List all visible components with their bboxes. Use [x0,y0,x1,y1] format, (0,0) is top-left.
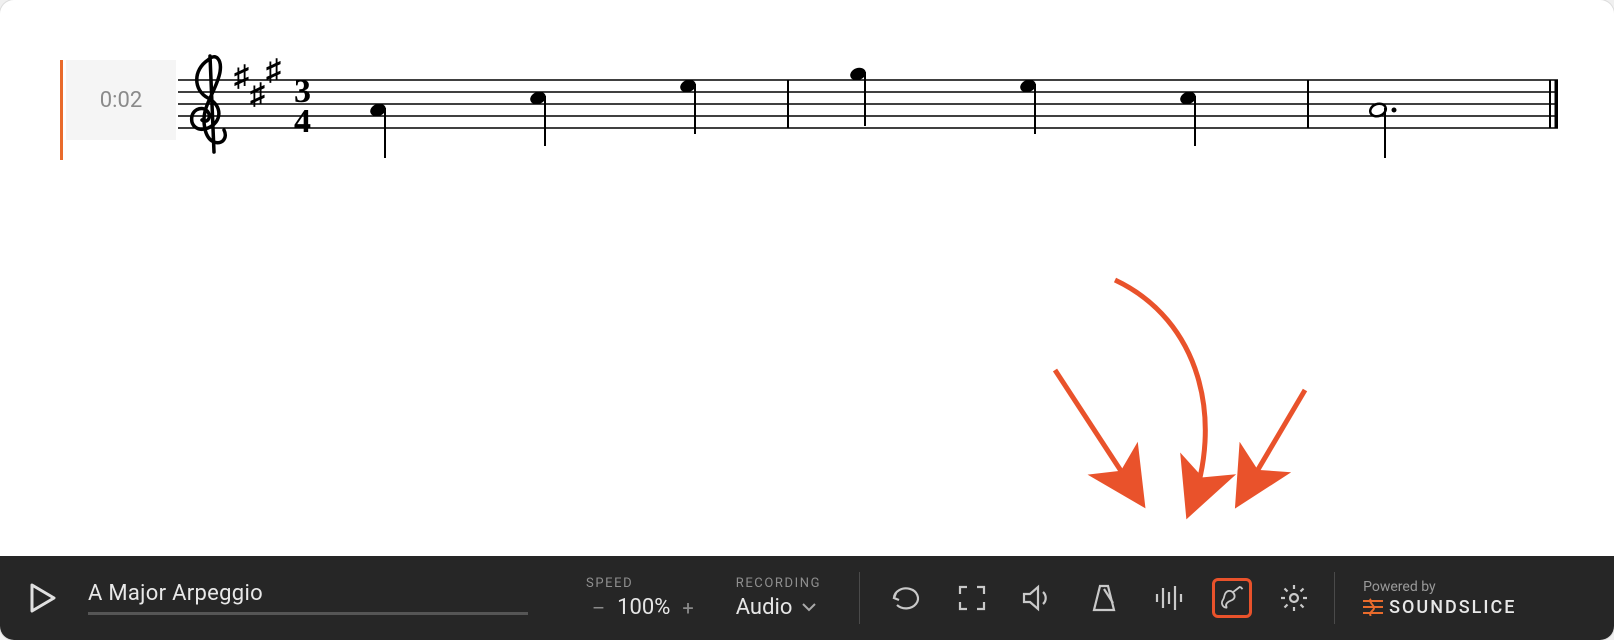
loop-button[interactable] [886,578,926,618]
powered-by-block[interactable]: Powered by SOUNDSLICE [1363,579,1516,618]
svg-text:4: 4 [294,103,311,140]
playhead-timecode: 0:02 [66,60,176,140]
app-window: 0:02 ♯ ♯ [0,0,1614,640]
speed-control: SPEED – 100% + [586,576,700,620]
powered-by-label: Powered by [1363,579,1516,595]
volume-button[interactable] [1018,578,1058,618]
recording-selector[interactable]: RECORDING Audio [736,576,821,620]
track-title: A Major Arpeggio [88,581,528,606]
speed-decrease[interactable]: – [586,596,611,620]
svg-text:♯: ♯ [234,60,249,93]
svg-text:♯: ♯ [266,54,281,87]
notation-area: 0:02 ♯ ♯ [60,30,1574,190]
settings-button[interactable] [1274,578,1314,618]
chevron-down-icon [802,600,816,616]
brand-name: SOUNDSLICE [1389,597,1516,618]
instrument-button[interactable] [1212,578,1252,618]
playhead[interactable] [60,60,63,160]
separator [859,572,860,624]
play-icon [30,583,56,613]
time-signature: 3 4 [294,73,311,140]
separator [1334,572,1335,624]
volume-icon [1021,584,1055,612]
recording-value: Audio [736,595,793,620]
key-signature: ♯ ♯ ♯ [234,54,281,111]
speed-value: 100% [617,595,670,620]
speed-increase[interactable]: + [676,596,699,620]
metronome-button[interactable] [1084,578,1124,618]
progress-bar[interactable] [88,612,528,615]
soundslice-logo-icon [1363,598,1383,616]
icon-controls [886,578,1314,618]
fullscreen-button[interactable] [952,578,992,618]
fullscreen-icon [957,584,987,612]
waveform-button[interactable] [1150,578,1190,618]
metronome-icon [1089,583,1119,613]
instrument-icon [1219,582,1245,614]
brand: SOUNDSLICE [1363,597,1516,618]
track-title-block: A Major Arpeggio [88,581,528,615]
loop-icon [889,584,923,612]
play-button[interactable] [26,578,60,618]
waveform-icon [1154,584,1186,612]
settings-icon [1278,582,1310,614]
svg-text:♯: ♯ [250,78,265,111]
recording-label: RECORDING [736,576,821,591]
player-toolbar: A Major Arpeggio SPEED – 100% + RECORDIN… [0,556,1614,640]
music-staff: ♯ ♯ ♯ 3 4 [178,40,1558,180]
speed-label: SPEED [586,576,700,591]
